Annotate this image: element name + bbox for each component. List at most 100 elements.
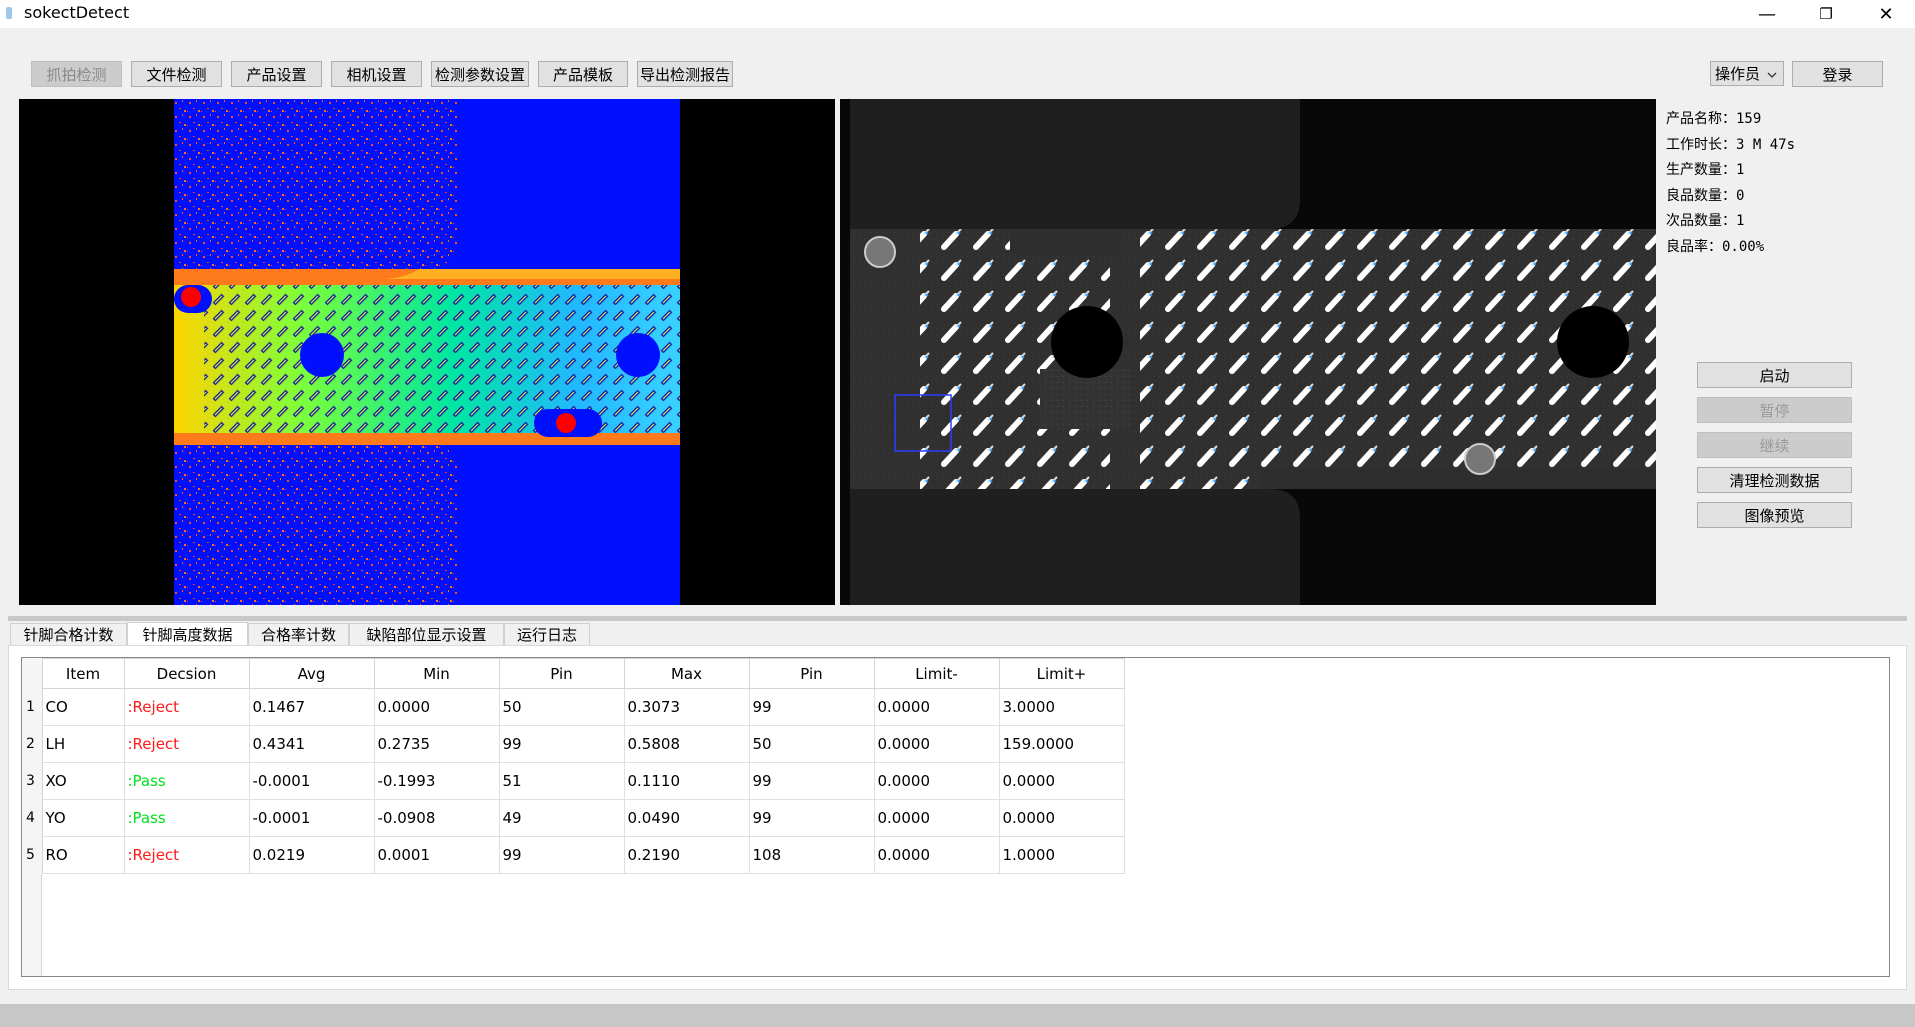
cell-decision[interactable]: :Pass <box>123 799 250 837</box>
cell-avg[interactable]: 0.0219 <box>248 836 375 874</box>
cell-avg[interactable]: 0.4341 <box>248 725 375 763</box>
row-number: 3 <box>22 762 43 800</box>
title-bar: sokectDetect — ❐ ✕ <box>0 0 1915 28</box>
tab-pin-pass-count[interactable]: 针脚合格计数 <box>10 623 127 645</box>
table-row[interactable]: 5 RO :Reject 0.0219 0.0001 99 0.2190 108… <box>22 836 1125 874</box>
cell-limit-plus[interactable]: 1.0000 <box>998 836 1125 874</box>
column-header-max-pin[interactable]: Pin <box>748 658 875 689</box>
cell-avg[interactable]: 0.1467 <box>248 688 375 726</box>
clear-data-button[interactable]: 清理检测数据 <box>1697 467 1852 493</box>
cell-avg[interactable]: -0.0001 <box>248 762 375 800</box>
cell-max[interactable]: 0.1110 <box>623 762 750 800</box>
cell-item[interactable]: CO <box>41 688 125 726</box>
cell-limit-minus[interactable]: 0.0000 <box>873 725 1000 763</box>
cell-min[interactable]: -0.0908 <box>373 799 500 837</box>
cell-item[interactable]: LH <box>41 725 125 763</box>
product-template-button[interactable]: 产品模板 <box>538 61 628 87</box>
cell-limit-minus[interactable]: 0.0000 <box>873 762 1000 800</box>
cell-limit-plus[interactable]: 0.0000 <box>998 762 1125 800</box>
product-settings-button[interactable]: 产品设置 <box>231 61 322 87</box>
column-header-decision[interactable]: Decsion <box>123 658 250 689</box>
detect-params-button[interactable]: 检测参数设置 <box>431 61 529 87</box>
role-select[interactable]: 操作员 <box>1710 61 1784 86</box>
cell-limit-minus[interactable]: 0.0000 <box>873 688 1000 726</box>
grayscale-view[interactable] <box>840 99 1656 605</box>
product-name-label: 产品名称：159 <box>1666 111 1762 127</box>
column-header-avg[interactable]: Avg <box>248 658 375 689</box>
table-header-row: Item Decsion Avg Min Pin Max Pin Limit- … <box>22 658 1125 689</box>
height-map-view[interactable] <box>19 99 835 605</box>
table-row[interactable]: 4 YO :Pass -0.0001 -0.0908 49 0.0490 99 … <box>22 799 1125 837</box>
cell-min-pin[interactable]: 49 <box>498 799 625 837</box>
pause-button[interactable]: 暂停 <box>1697 397 1852 423</box>
cell-item[interactable]: RO <box>41 836 125 874</box>
tab-pass-rate-count[interactable]: 合格率计数 <box>248 623 349 645</box>
column-header-limit-minus[interactable]: Limit- <box>873 658 1000 689</box>
role-select-value: 操作员 <box>1715 65 1761 83</box>
column-header-min[interactable]: Min <box>373 658 500 689</box>
cell-limit-plus[interactable]: 3.0000 <box>998 688 1125 726</box>
cell-max-pin[interactable]: 99 <box>748 799 875 837</box>
start-button[interactable]: 启动 <box>1697 362 1852 388</box>
camera-settings-button[interactable]: 相机设置 <box>331 61 422 87</box>
cell-min[interactable]: -0.1993 <box>373 762 500 800</box>
cell-decision[interactable]: :Reject <box>123 725 250 763</box>
work-time-label: 工作时长：3 M 47s <box>1666 137 1796 153</box>
cell-max-pin[interactable]: 50 <box>748 725 875 763</box>
export-report-button[interactable]: 导出检测报告 <box>637 61 733 87</box>
restore-icon: ❐ <box>1819 5 1833 23</box>
cell-item[interactable]: YO <box>41 799 125 837</box>
cell-limit-minus[interactable]: 0.0000 <box>873 799 1000 837</box>
tab-run-log[interactable]: 运行日志 <box>504 623 590 645</box>
cell-avg[interactable]: -0.0001 <box>248 799 375 837</box>
cell-decision[interactable]: :Reject <box>123 836 250 874</box>
cell-min-pin[interactable]: 99 <box>498 725 625 763</box>
cell-min-pin[interactable]: 51 <box>498 762 625 800</box>
cell-limit-plus[interactable]: 159.0000 <box>998 725 1125 763</box>
cell-min[interactable]: 0.0000 <box>373 688 500 726</box>
cell-max[interactable]: 0.0490 <box>623 799 750 837</box>
cell-min-pin[interactable]: 50 <box>498 688 625 726</box>
cell-decision[interactable]: :Reject <box>123 688 250 726</box>
table-row[interactable]: 1 CO :Reject 0.1467 0.0000 50 0.3073 99 … <box>22 688 1125 726</box>
minimize-icon: — <box>1758 3 1776 25</box>
file-detect-button[interactable]: 文件检测 <box>131 61 222 87</box>
image-preview-button[interactable]: 图像预览 <box>1697 502 1852 528</box>
cell-item[interactable]: XO <box>41 762 125 800</box>
resume-button[interactable]: 继续 <box>1697 432 1852 458</box>
chevron-down-icon <box>1767 72 1777 78</box>
cell-limit-plus[interactable]: 0.0000 <box>998 799 1125 837</box>
cell-max-pin[interactable]: 108 <box>748 836 875 874</box>
table-row[interactable]: 2 LH :Reject 0.4341 0.2735 99 0.5808 50 … <box>22 725 1125 763</box>
login-button[interactable]: 登录 <box>1792 61 1883 87</box>
cell-max-pin[interactable]: 99 <box>748 688 875 726</box>
splitter-handle[interactable] <box>8 616 1907 621</box>
column-header-min-pin[interactable]: Pin <box>498 658 625 689</box>
close-icon: ✕ <box>1878 3 1894 25</box>
app-icon <box>6 7 12 19</box>
height-data-table[interactable]: Item Decsion Avg Min Pin Max Pin Limit- … <box>21 657 1890 977</box>
tab-pin-height-data[interactable]: 针脚高度数据 <box>127 622 248 646</box>
cell-min[interactable]: 0.2735 <box>373 725 500 763</box>
column-header-item[interactable]: Item <box>41 658 125 689</box>
table-row[interactable]: 3 XO :Pass -0.0001 -0.1993 51 0.1110 99 … <box>22 762 1125 800</box>
capture-detect-button[interactable]: 抓拍检测 <box>31 61 122 87</box>
row-header-filler <box>22 874 42 976</box>
cell-max[interactable]: 0.5808 <box>623 725 750 763</box>
column-header-max[interactable]: Max <box>623 658 750 689</box>
row-number: 5 <box>22 836 43 874</box>
cell-decision[interactable]: :Pass <box>123 762 250 800</box>
tab-defect-display-settings[interactable]: 缺陷部位显示设置 <box>349 623 504 645</box>
cell-min-pin[interactable]: 99 <box>498 836 625 874</box>
cell-max[interactable]: 0.3073 <box>623 688 750 726</box>
row-number: 2 <box>22 725 43 763</box>
restore-button[interactable]: ❐ <box>1797 0 1855 28</box>
cell-min[interactable]: 0.0001 <box>373 836 500 874</box>
close-button[interactable]: ✕ <box>1857 0 1915 28</box>
grayscale-image <box>840 99 1656 605</box>
cell-max-pin[interactable]: 99 <box>748 762 875 800</box>
cell-max[interactable]: 0.2190 <box>623 836 750 874</box>
column-header-limit-plus[interactable]: Limit+ <box>998 658 1125 689</box>
minimize-button[interactable]: — <box>1738 0 1796 28</box>
cell-limit-minus[interactable]: 0.0000 <box>873 836 1000 874</box>
